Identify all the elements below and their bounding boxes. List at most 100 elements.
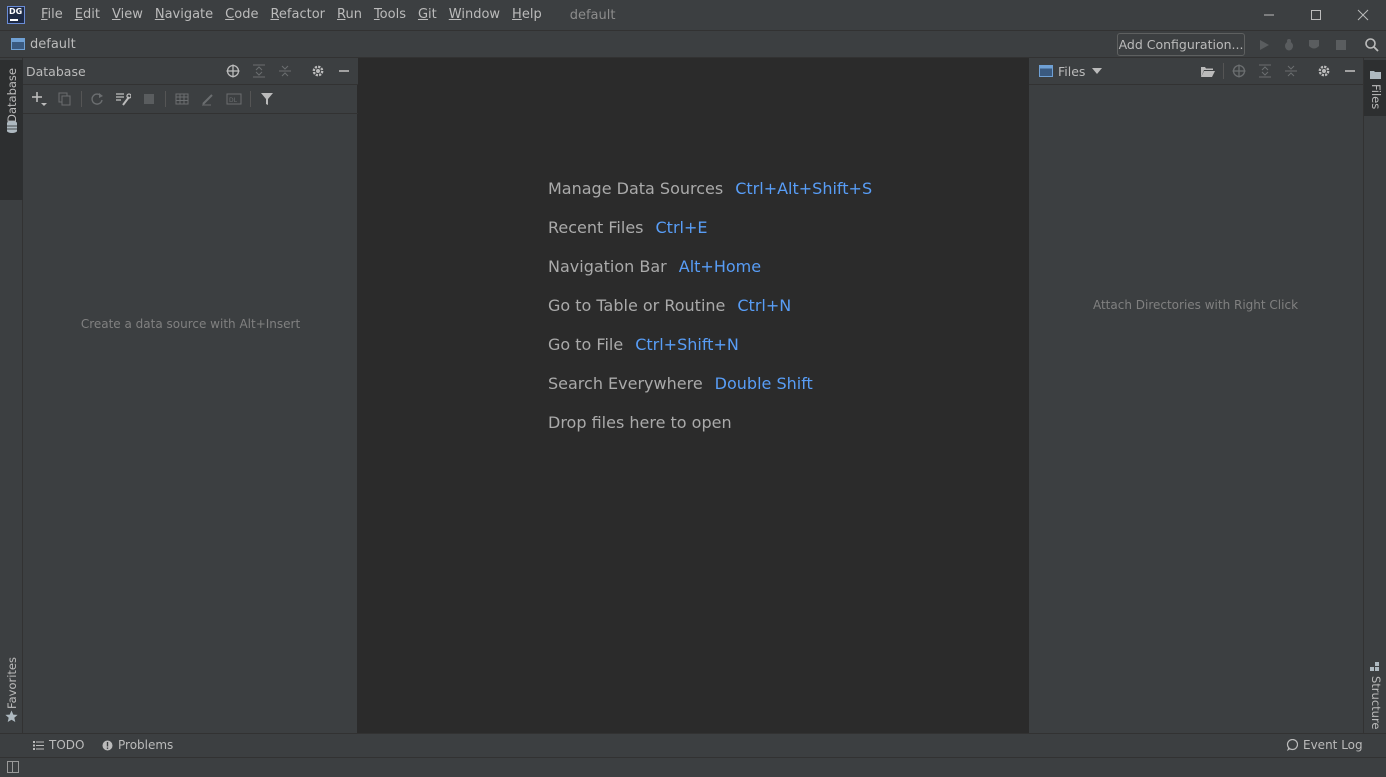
hint-shortcut: Ctrl+Shift+N [635,335,739,354]
status-bar [0,757,1386,777]
toolbar-separator [1223,63,1224,79]
locate-button[interactable] [1230,62,1248,80]
hint-shortcut: Ctrl+N [737,296,792,315]
menu-file[interactable]: File [35,0,69,30]
ddl-button[interactable]: DL [225,90,243,108]
event-log-tab[interactable]: Event Log [1286,738,1363,752]
open-table-button[interactable] [173,90,191,108]
ddl-icon: DL [226,93,242,105]
menu-edit[interactable]: Edit [69,0,106,30]
files-panel-header: Files [1029,58,1364,85]
toggle-tool-windows-icon[interactable] [7,761,19,773]
nav-project-crumb[interactable]: default [30,37,76,52]
database-panel-title: Database [26,63,86,79]
menu-refactor[interactable]: Refactor [264,0,331,30]
hint-shortcut: Alt+Home [678,257,762,276]
run-icon [1260,40,1269,50]
problems-tab[interactable]: Problems [102,738,173,752]
edit-button[interactable] [199,90,217,108]
list-icon [33,740,44,750]
maximize-icon [1310,10,1321,20]
hint-action-label: Search Everywhere [548,374,703,393]
navigation-bar: default Add Configuration... [0,30,1386,58]
close-button[interactable] [1339,0,1386,30]
project-icon [11,38,25,50]
files-panel-title[interactable]: Files [1058,64,1085,79]
menu-navigate[interactable]: Navigate [149,0,219,30]
hint-action-label: Navigation Bar [548,257,667,276]
attach-directory-button[interactable] [1198,62,1216,80]
refresh-icon [91,93,103,105]
stripe-database-tab[interactable]: Database [0,60,23,200]
panel-settings-button[interactable] [309,62,327,80]
coverage-button[interactable] [1306,37,1322,53]
stripe-favorites-tab[interactable]: Favorites [0,653,23,728]
chevron-down-icon[interactable] [1092,68,1103,74]
hide-panel-button[interactable] [335,62,353,80]
todo-tab[interactable]: TODO [33,738,84,752]
debug-button[interactable] [1281,37,1297,53]
minimize-button[interactable] [1245,0,1292,30]
refresh-button[interactable] [88,90,106,108]
stripe-files-label: Files [1369,84,1383,110]
search-everywhere-button[interactable] [1364,37,1380,53]
collapse-all-icon [1285,65,1297,77]
stripe-files-tab[interactable]: Files [1364,60,1386,116]
database-empty-hint: Create a data source with Alt+Insert [80,317,301,331]
hint-action-label: Go to Table or Routine [548,296,726,315]
files-view-icon [1039,65,1053,77]
panel-settings-button[interactable] [1315,62,1333,80]
minimize-icon [1345,70,1355,72]
expand-all-button[interactable] [250,62,268,80]
folder-open-icon [1200,66,1215,77]
collapse-all-button[interactable] [1282,62,1300,80]
collapse-all-button[interactable] [276,62,294,80]
menu-git[interactable]: Git [412,0,443,30]
collapse-all-icon [279,65,291,77]
stripe-structure-label: Structure [1369,676,1383,730]
maximize-button[interactable] [1292,0,1339,30]
window-title: default [569,7,616,23]
table-icon [175,93,189,105]
todo-label: TODO [49,738,85,752]
debug-icon [1285,39,1293,51]
database-panel: Database DL Create a data source with Al… [23,58,358,733]
hint-action-label: Recent Files [548,218,644,237]
database-properties-button[interactable] [114,90,132,108]
filter-button[interactable] [258,90,276,108]
stop-query-button[interactable] [140,90,158,108]
expand-all-button[interactable] [1256,62,1274,80]
editor-hint-row: Go to File Ctrl+Shift+N [548,335,739,354]
structure-icon [1370,662,1379,671]
editor-area[interactable]: Manage Data Sources Ctrl+Alt+Shift+S Recen… [358,58,1028,733]
hint-shortcut: Double Shift [714,374,813,393]
close-icon [1357,9,1368,21]
menu-bar: File Edit View Navigate Code Refactor Run Tools… [35,0,548,30]
menu-tools[interactable]: Tools [368,0,412,30]
locate-button[interactable] [224,62,242,80]
menu-help[interactable]: Help [506,0,548,30]
stop-button[interactable] [1333,37,1349,53]
menu-view[interactable]: View [106,0,149,30]
window-controls [1245,0,1386,30]
run-button[interactable] [1256,37,1272,53]
stop-icon [144,94,154,104]
menu-window[interactable]: Window [443,0,506,30]
menu-run[interactable]: Run [331,0,368,30]
stripe-favorites-label: Favorites [5,657,19,709]
minimize-icon [1263,14,1274,16]
stripe-structure-tab[interactable]: Structure [1364,658,1386,730]
problems-label: Problems [118,738,174,752]
hint-shortcut: Ctrl+E [655,218,708,237]
pencil-icon [202,94,213,106]
editor-hint-row: Go to Table or Routine Ctrl+N [548,296,791,315]
new-datasource-button[interactable] [30,90,48,108]
database-toolbar: DL [23,85,358,114]
duplicate-button[interactable] [56,90,74,108]
hint-action-label: Drop files here to open [548,413,732,432]
hide-panel-button[interactable] [1341,62,1359,80]
copy-icon [58,92,71,106]
add-configuration-button[interactable]: Add Configuration... [1117,33,1245,56]
right-tool-stripe: Files Structure [1363,58,1386,733]
menu-code[interactable]: Code [219,0,264,30]
